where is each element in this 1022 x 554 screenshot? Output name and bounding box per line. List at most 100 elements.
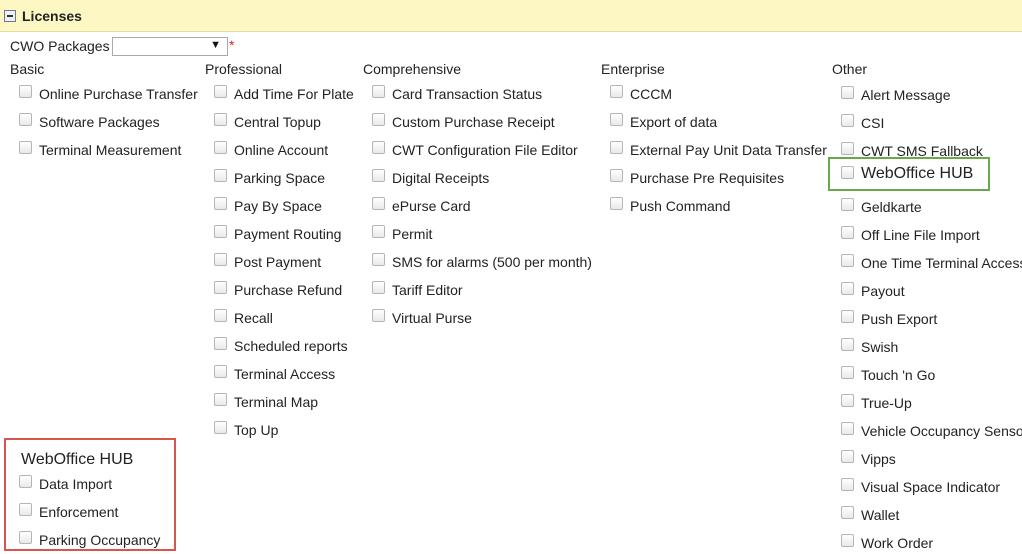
checkbox[interactable] (841, 338, 854, 351)
checkbox[interactable] (372, 85, 385, 98)
checkbox[interactable] (372, 253, 385, 266)
dropdown-arrow-icon[interactable]: ▼ (210, 39, 221, 51)
checkbox[interactable] (214, 393, 227, 406)
checkbox[interactable] (610, 169, 623, 182)
license-label: Visual Space Indicator (861, 479, 1001, 495)
license-label: Purchase Refund (234, 282, 343, 298)
checkbox[interactable] (214, 421, 227, 434)
license-label: Online Account (234, 142, 329, 158)
checkbox[interactable] (841, 366, 854, 379)
checkbox[interactable] (214, 365, 227, 378)
checkbox[interactable] (214, 169, 227, 182)
license-label: Payout (861, 283, 905, 299)
checkbox[interactable] (841, 86, 854, 99)
checkbox[interactable] (841, 114, 854, 127)
license-label: CSI (861, 115, 885, 131)
checkbox[interactable] (610, 197, 623, 210)
hub-label: Enforcement (39, 504, 119, 520)
license-label: Custom Purchase Receipt (392, 114, 555, 130)
license-label: Card Transaction Status (392, 86, 543, 102)
checkbox[interactable] (214, 309, 227, 322)
checkbox[interactable] (610, 113, 623, 126)
checkbox[interactable] (19, 531, 32, 544)
checkbox[interactable] (372, 141, 385, 154)
license-label: Central Topup (234, 114, 321, 130)
section-title: Licenses (22, 8, 82, 24)
checkbox[interactable] (214, 225, 227, 238)
checkbox[interactable] (19, 113, 32, 126)
checkbox[interactable] (372, 309, 385, 322)
license-label: Export of data (630, 114, 718, 130)
checkbox[interactable] (19, 503, 32, 516)
cwo-packages-select[interactable]: ▼ (112, 37, 228, 56)
checkbox[interactable] (841, 450, 854, 463)
checkbox[interactable] (214, 337, 227, 350)
license-label: Recall (234, 310, 273, 326)
required-mark: * (229, 37, 235, 53)
license-label: Push Command (630, 198, 731, 214)
checkbox[interactable] (841, 166, 854, 179)
license-label: Push Export (861, 311, 938, 327)
checkbox[interactable] (841, 198, 854, 211)
license-label: Purchase Pre Requisites (630, 170, 785, 186)
license-label: Vehicle Occupancy Sensor (861, 423, 1022, 439)
license-label: Swish (861, 339, 899, 355)
cwo-packages-label: CWO Packages (10, 38, 110, 54)
column-title-other: Other (832, 61, 868, 77)
checkbox[interactable] (841, 254, 854, 267)
license-label: External Pay Unit Data Transfer (630, 142, 827, 158)
license-label: Terminal Measurement (39, 142, 182, 158)
license-label: Terminal Access (234, 366, 336, 382)
checkbox[interactable] (214, 197, 227, 210)
checkbox[interactable] (610, 141, 623, 154)
collapse-icon[interactable] (4, 10, 16, 22)
checkbox[interactable] (372, 281, 385, 294)
license-label: Virtual Purse (392, 310, 472, 326)
checkbox[interactable] (841, 226, 854, 239)
checkbox[interactable] (372, 225, 385, 238)
checkbox[interactable] (841, 534, 854, 547)
licenses-header: Licenses (0, 0, 1022, 32)
checkbox[interactable] (214, 253, 227, 266)
license-label: Tariff Editor (392, 282, 463, 298)
license-label: Digital Receipts (392, 170, 490, 186)
checkbox[interactable] (372, 113, 385, 126)
checkbox[interactable] (841, 282, 854, 295)
license-label: Add Time For Plate (234, 86, 354, 102)
hub-label: Parking Occupancy (39, 532, 161, 548)
license-label: Parking Space (234, 170, 326, 186)
license-label: Geldkarte (861, 199, 922, 215)
license-label: WebOffice HUB (861, 165, 974, 182)
license-label: Terminal Map (234, 394, 319, 410)
license-label: Off Line File Import (861, 227, 980, 243)
license-label: CWT Configuration File Editor (392, 142, 578, 158)
license-label: ePurse Card (392, 198, 471, 214)
checkbox[interactable] (841, 394, 854, 407)
license-label: Pay By Space (234, 198, 322, 214)
checkbox[interactable] (214, 85, 227, 98)
checkbox[interactable] (841, 422, 854, 435)
column-title-professional: Professional (205, 61, 283, 77)
license-label: Post Payment (234, 254, 322, 270)
license-label: One Time Terminal Access (861, 255, 1022, 271)
checkbox[interactable] (841, 310, 854, 323)
checkbox[interactable] (841, 142, 854, 155)
checkbox[interactable] (610, 85, 623, 98)
checkbox[interactable] (372, 197, 385, 210)
checkbox[interactable] (214, 141, 227, 154)
license-label: Top Up (234, 422, 279, 438)
checkbox[interactable] (841, 506, 854, 519)
webofficehub-group-title: WebOffice HUB (21, 451, 134, 468)
column-title-enterprise: Enterprise (601, 61, 665, 77)
license-label: Software Packages (39, 114, 160, 130)
license-label: Vipps (861, 451, 896, 467)
checkbox[interactable] (372, 169, 385, 182)
checkbox[interactable] (214, 281, 227, 294)
checkbox[interactable] (841, 478, 854, 491)
checkbox[interactable] (214, 113, 227, 126)
checkbox[interactable] (19, 475, 32, 488)
license-label: Permit (392, 226, 433, 242)
checkbox[interactable] (19, 85, 32, 98)
license-label: Wallet (861, 507, 900, 523)
checkbox[interactable] (19, 141, 32, 154)
